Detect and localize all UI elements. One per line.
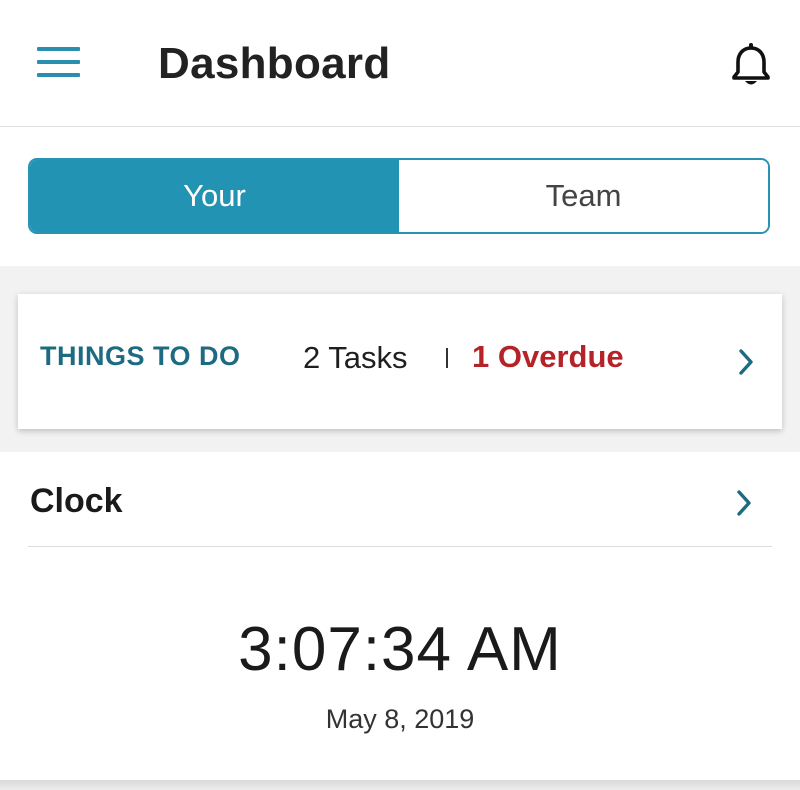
separator	[446, 348, 448, 368]
clock-date: May 8, 2019	[325, 704, 475, 734]
chevron-right-icon[interactable]	[738, 348, 754, 376]
clock-time: 3:07:34 AM	[238, 615, 562, 684]
things-to-do-title: THINGS TO DO	[40, 341, 241, 371]
clock-card: Clock 3:07:34 AM May 8, 2019	[0, 454, 800, 780]
overdue-count: 1 Overdue	[472, 339, 624, 374]
tasks-count: 2 Tasks	[303, 340, 408, 375]
scope-segmented-control: Your Team	[28, 158, 770, 234]
app-header: Dashboard	[0, 0, 800, 127]
clock-title: Clock	[30, 482, 123, 520]
things-to-do-card[interactable]: THINGS TO DO 2 Tasks 1 Overdue	[18, 294, 782, 429]
chevron-right-icon[interactable]	[736, 489, 752, 517]
page-title: Dashboard	[158, 39, 391, 88]
tab-team[interactable]: Team	[399, 160, 768, 232]
clock-header[interactable]: Clock	[28, 454, 772, 547]
bottom-divider	[0, 780, 800, 790]
tab-your[interactable]: Your	[30, 160, 399, 232]
hamburger-menu-icon[interactable]	[37, 47, 80, 79]
bell-icon[interactable]	[730, 42, 772, 88]
